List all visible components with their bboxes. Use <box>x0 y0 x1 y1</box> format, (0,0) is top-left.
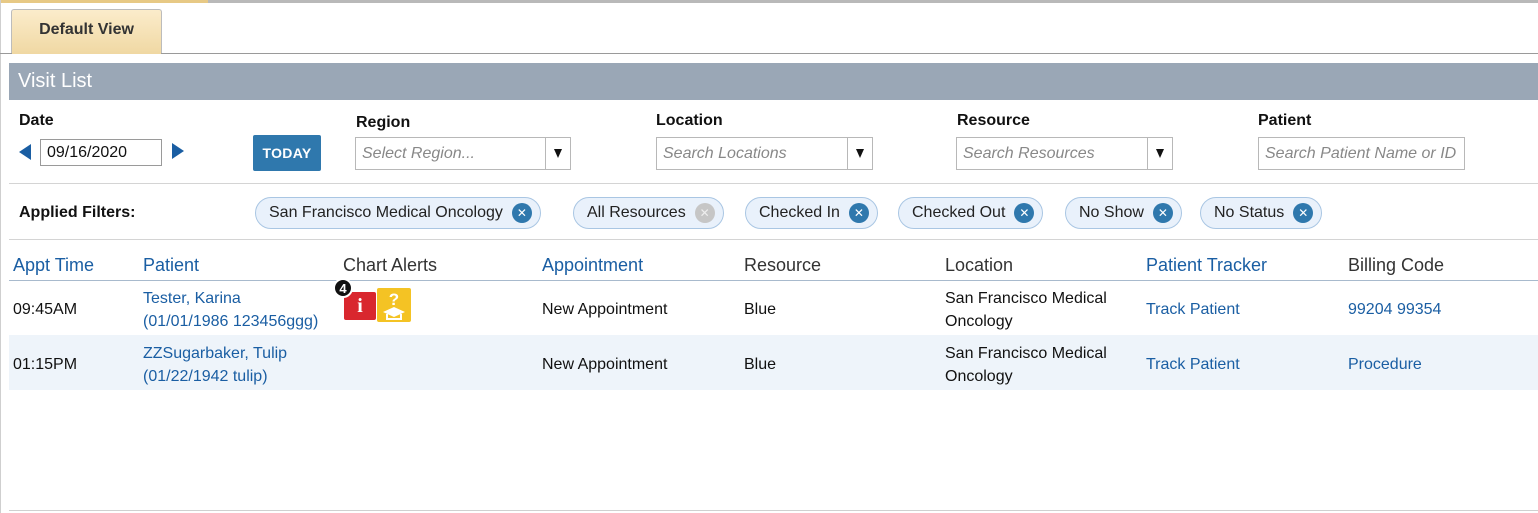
remove-filter-icon[interactable]: ✕ <box>1293 203 1314 223</box>
info-alert-icon[interactable]: i <box>344 292 376 320</box>
region-select[interactable] <box>355 137 571 170</box>
chip-label: All Resources <box>587 204 686 221</box>
region-input[interactable] <box>356 138 545 169</box>
location-line-2: Oncology <box>945 313 1013 330</box>
remove-filter-icon[interactable]: ✕ <box>511 203 532 223</box>
top-border <box>0 0 1538 3</box>
column-header-resource: Resource <box>744 255 822 275</box>
next-date-icon[interactable] <box>172 143 184 159</box>
location-select[interactable] <box>656 137 873 170</box>
chevron-down-icon[interactable] <box>545 138 570 169</box>
region-label: Region <box>356 114 411 131</box>
column-header-billing-code: Billing Code <box>1348 255 1445 275</box>
chevron-down-icon[interactable] <box>847 138 872 169</box>
svg-text:?: ? <box>389 290 399 309</box>
column-header-appointment[interactable]: Appointment <box>542 255 643 276</box>
remove-filter-icon[interactable]: ✕ <box>848 203 869 223</box>
track-patient-link[interactable]: Track Patient <box>1146 298 1240 321</box>
remove-filter-icon[interactable]: ✕ <box>1014 203 1035 223</box>
patient-label: Patient <box>1258 112 1312 129</box>
alert-count-badge: 4 <box>333 278 353 298</box>
appointment-type: New Appointment <box>542 301 668 318</box>
appt-time: 09:45AM <box>13 301 78 318</box>
location-line-1: San Francisco Medical <box>945 290 1107 307</box>
education-alert-icon: ? <box>383 290 405 320</box>
chip-label: San Francisco Medical Oncology <box>269 204 503 221</box>
chip-label: No Show <box>1079 204 1144 221</box>
filter-chip-resources: All Resources ✕ <box>573 197 724 229</box>
column-header-location: Location <box>945 255 1014 275</box>
table-bottom-line <box>9 510 1538 511</box>
remove-filter-icon[interactable]: ✕ <box>1152 203 1173 223</box>
billing-code-link[interactable]: Procedure <box>1348 353 1422 376</box>
filters-table-divider <box>9 239 1538 240</box>
page-title: Visit List <box>18 70 93 92</box>
date-field[interactable] <box>40 139 162 166</box>
patient-name-link[interactable]: ZZSugarbaker, Tulip <box>143 342 287 365</box>
resource-label: Resource <box>957 112 1030 129</box>
previous-date-icon[interactable] <box>19 144 31 160</box>
track-patient-link[interactable]: Track Patient <box>1146 353 1240 376</box>
patient-name-link[interactable]: Tester, Karina <box>143 287 241 310</box>
date-label: Date <box>19 112 54 129</box>
location-label: Location <box>656 112 723 129</box>
filter-chip-location: San Francisco Medical Oncology ✕ <box>255 197 541 229</box>
tab-active-gap <box>12 53 161 54</box>
resource-value: Blue <box>744 356 777 373</box>
appt-time: 01:15PM <box>13 356 78 373</box>
column-header-patient-tracker[interactable]: Patient Tracker <box>1146 255 1267 276</box>
tab-default-view[interactable]: Default View <box>11 9 162 54</box>
appointment-type: New Appointment <box>542 356 668 373</box>
filter-chip-no-show: No Show ✕ <box>1065 197 1182 229</box>
location-line-1: San Francisco Medical <box>945 345 1107 362</box>
column-header-chart-alerts: Chart Alerts <box>343 255 438 275</box>
resource-input[interactable] <box>957 138 1147 169</box>
resource-select[interactable] <box>956 137 1173 170</box>
visit-list-header: Visit List <box>9 63 1538 100</box>
patient-detail-link[interactable]: (01/01/1986 123456ggg) <box>143 310 318 333</box>
chip-label: Checked Out <box>912 204 1006 221</box>
filter-chip-no-status: No Status ✕ <box>1200 197 1323 229</box>
chip-label: No Status <box>1214 204 1285 221</box>
resource-value: Blue <box>744 301 777 318</box>
billing-code-link[interactable]: 99204 99354 <box>1348 298 1441 321</box>
remove-filter-icon: ✕ <box>694 203 715 223</box>
location-input[interactable] <box>657 138 847 169</box>
filter-divider <box>9 183 1538 184</box>
left-border <box>0 0 1 513</box>
column-header-patient[interactable]: Patient <box>143 255 199 276</box>
patient-detail-link[interactable]: (01/22/1942 tulip) <box>143 365 268 388</box>
filter-chip-checked-in: Checked In ✕ <box>745 197 878 229</box>
chip-label: Checked In <box>759 204 840 221</box>
education-alert-icon[interactable]: ? <box>377 288 411 322</box>
location-line-2: Oncology <box>945 368 1013 385</box>
patient-search-input[interactable] <box>1258 137 1465 170</box>
top-border-accent <box>0 0 208 3</box>
today-button[interactable]: TODAY <box>253 135 321 171</box>
column-header-appt-time[interactable]: Appt Time <box>13 255 94 276</box>
chevron-down-icon[interactable] <box>1147 138 1172 169</box>
filter-chip-checked-out: Checked Out ✕ <box>898 197 1044 229</box>
applied-filters-label: Applied Filters: <box>19 204 136 221</box>
tab-bar-line <box>0 53 1538 54</box>
